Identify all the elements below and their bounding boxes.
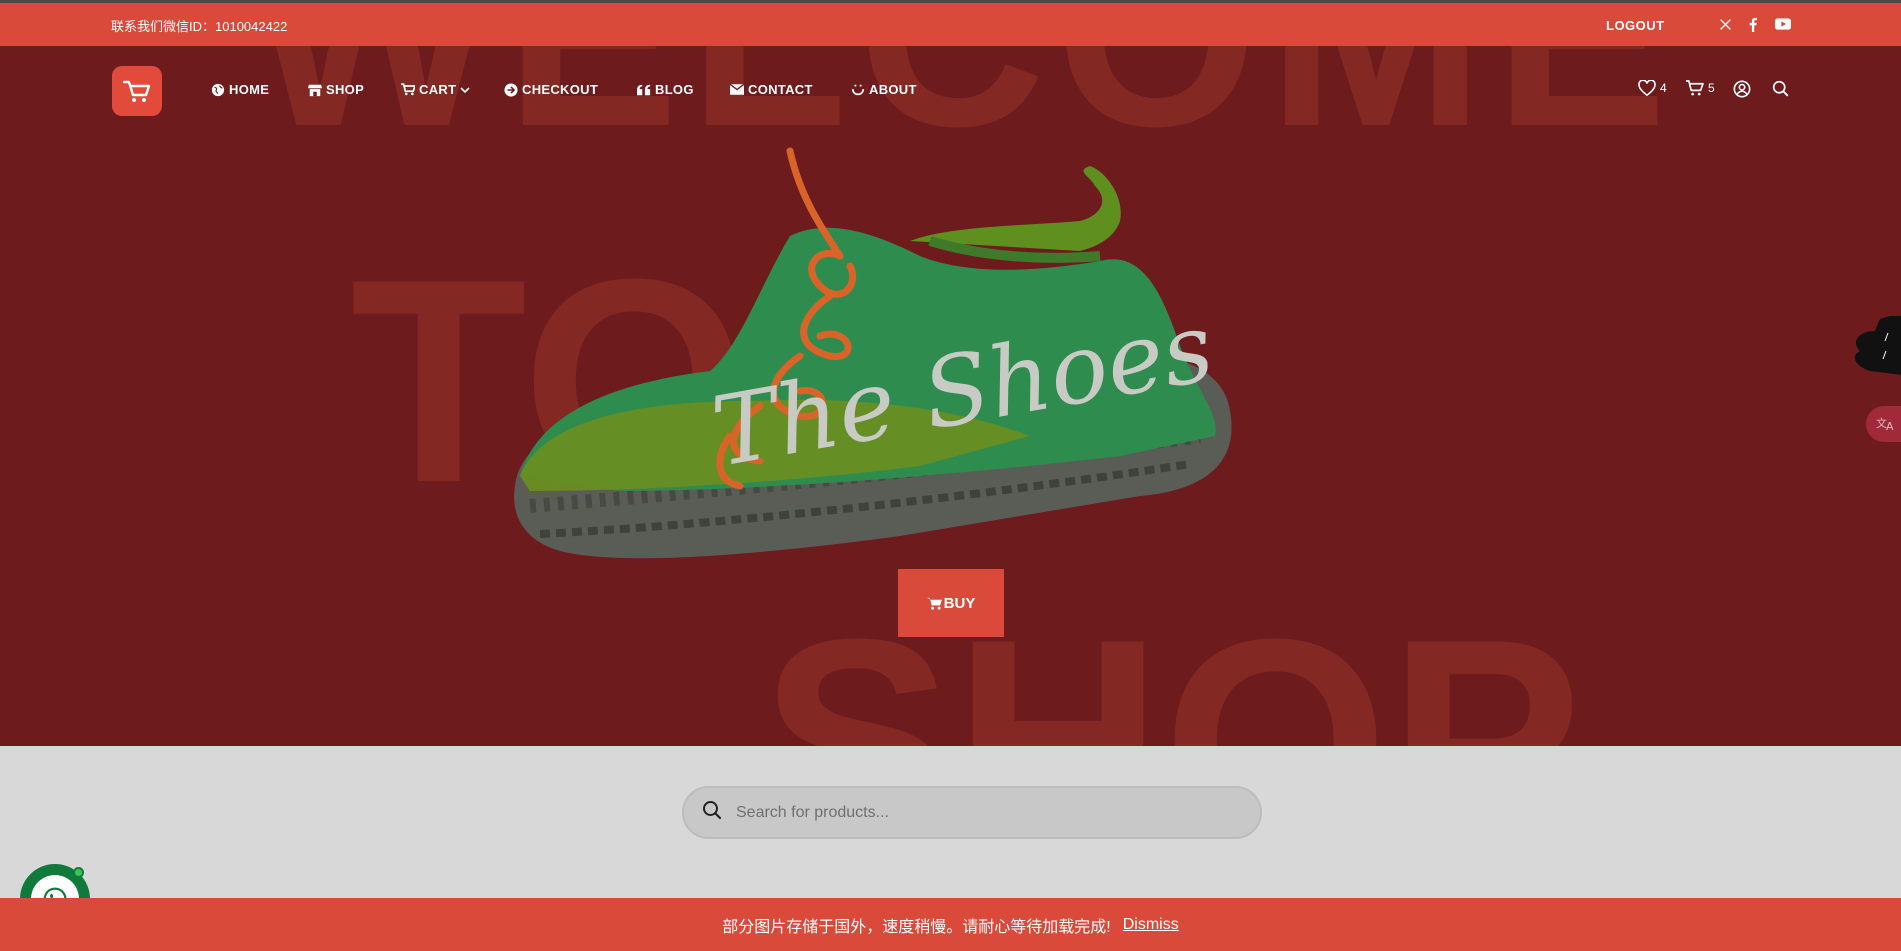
product-search [682,786,1262,839]
nav-blog-label: BLOG [655,82,694,97]
facebook-icon[interactable] [1744,15,1762,33]
nav-home-label: HOME [229,82,270,97]
arrow-circle-icon [504,82,518,97]
wechat-contact-text: 联系我们微信ID：1010042422 [111,19,288,34]
user-icon [1733,80,1751,98]
nav-shop[interactable]: SHOP [308,82,364,97]
nav-checkout-label: CHECKOUT [522,82,599,97]
store-icon [308,83,322,97]
nav-contact[interactable]: CONTACT [730,82,813,97]
search-icon [1772,80,1789,97]
nav-blog[interactable]: BLOG [637,82,694,97]
header-cart-button[interactable]: 5 [1685,80,1715,96]
logout-link[interactable]: LOGOUT [1606,18,1665,33]
wishlist-count: 4 [1660,81,1667,95]
heart-icon [1638,80,1656,96]
cart-icon [926,597,942,610]
hero-banner: WELCOME TO SHOP HOME SHOP CART [0,46,1901,746]
nav-cart-label: CART [419,82,457,97]
search-toggle-button[interactable] [1772,80,1789,97]
nav-contact-label: CONTACT [748,82,813,97]
translate-icon: 文A [1876,415,1896,434]
youtube-icon[interactable] [1774,15,1792,33]
globe-icon [211,83,225,97]
svg-text:A: A [1886,420,1894,431]
buy-button[interactable]: BUY [898,569,1004,637]
x-icon[interactable] [1716,15,1734,33]
nav-about-label: ABOUT [869,82,917,97]
cart-icon [401,83,415,97]
nav-home[interactable]: HOME [211,82,269,97]
quote-icon [637,83,651,97]
notice-text: 部分图片存储于国外，速度稍慢。请耐心等待加载完成! [722,918,1111,936]
site-logo[interactable] [112,66,162,116]
nav-cart[interactable]: CART [401,82,470,97]
cart-logo-icon [122,80,151,102]
notice-bar: 部分图片存储于国外，速度稍慢。请耐心等待加载完成! Dismiss [0,898,1901,951]
cart-icon [1686,80,1704,96]
search-icon [702,800,722,825]
nav-shop-label: SHOP [326,82,365,97]
nav-about[interactable]: ABOUT [851,82,917,97]
top-bar: 联系我们微信ID：1010042422 LOGOUT [0,0,1901,46]
cart-count: 5 [1708,81,1715,95]
account-button[interactable] [1733,80,1751,98]
side-mascot-icon[interactable] [1850,311,1901,381]
chevron-down-icon [460,82,470,97]
translate-widget-button[interactable]: 文A [1866,406,1901,442]
smile-icon [851,83,865,97]
buy-button-label: BUY [943,594,976,612]
main-navigation: HOME SHOP CART CHECKOUT BLOG CONTACT ABO… [0,46,1901,136]
online-status-dot [73,867,84,878]
envelope-icon [730,83,744,97]
search-input[interactable] [734,802,1214,823]
nav-checkout[interactable]: CHECKOUT [504,82,598,97]
wishlist-button[interactable]: 4 [1638,80,1667,96]
dismiss-link[interactable]: Dismiss [1123,916,1179,934]
